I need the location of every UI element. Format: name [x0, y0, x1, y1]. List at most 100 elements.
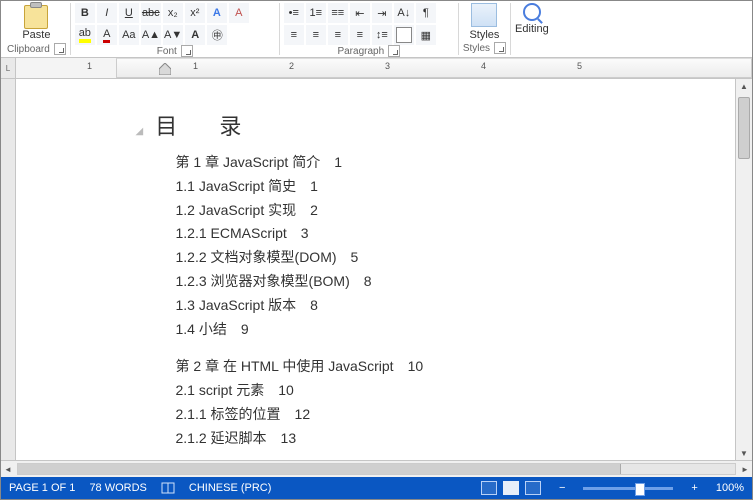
highlight-button[interactable]: ab: [75, 25, 95, 45]
toc-entry-page: 10: [278, 382, 294, 398]
sort-button[interactable]: A↓: [394, 3, 414, 23]
group-font: B I U abc x₂ x² A A ab A Aa A▲ A▼ A ㊥ Fo…: [71, 3, 280, 55]
toc-line: 2.1.2 延迟脚本 13: [176, 427, 636, 451]
toc-entry-text: 第 2 章 在 HTML 中使用 JavaScript: [176, 358, 394, 374]
web-layout-button[interactable]: [525, 481, 541, 495]
toc-line: 1.1 JavaScript 简史 1: [176, 175, 636, 199]
paste-label: Paste: [22, 29, 50, 41]
status-page[interactable]: PAGE 1 OF 1: [9, 482, 75, 494]
page-viewport[interactable]: ◢目 录 第 1 章 JavaScript 简介11.1 JavaScript …: [16, 79, 735, 460]
toc-line: 2.1.1 标签的位置 12: [176, 403, 636, 427]
align-center-button[interactable]: ≡: [306, 25, 326, 45]
toc-entry-page: 3: [301, 225, 309, 241]
change-case-button[interactable]: Aa: [119, 25, 139, 45]
toc-entry-text: 1.1 JavaScript 简史: [176, 178, 297, 194]
toc-entry-text: 1.4 小结: [176, 321, 227, 337]
editing-button[interactable]: Editing: [515, 23, 549, 35]
page: ◢目 录 第 1 章 JavaScript 简介11.1 JavaScript …: [56, 79, 696, 460]
increase-indent-button[interactable]: ⇥: [372, 3, 392, 23]
group-paragraph: •≡ 1≡ ≡≡ ⇤ ⇥ A↓ ¶ ≡ ≡ ≡ ≡ ↕≡ ▦ Paragraph: [280, 3, 459, 55]
clipboard-launcher-icon[interactable]: [54, 43, 66, 55]
ribbon: Paste Clipboard B I U abc x₂ x² A A ab A…: [1, 1, 752, 58]
clipboard-group-label: Clipboard: [7, 44, 50, 55]
multilevel-list-button[interactable]: ≡≡: [328, 3, 348, 23]
numbering-button[interactable]: 1≡: [306, 3, 326, 23]
read-mode-button[interactable]: [481, 481, 497, 495]
ruler-horizontal: L 1 1 2 3 4 5: [1, 58, 752, 79]
toc-entry-page: 10: [408, 358, 424, 374]
view-buttons: [481, 481, 541, 495]
toc-line: 1.2.2 文档对象模型(DOM) 5: [176, 246, 636, 270]
scroll-down-button[interactable]: ▼: [737, 446, 751, 460]
zoom-in-button[interactable]: +: [687, 482, 701, 494]
shading-button[interactable]: [394, 25, 414, 45]
styles-button[interactable]: Styles: [469, 29, 499, 41]
ruler-vertical[interactable]: [1, 79, 16, 460]
document-area: ◢目 录 第 1 章 JavaScript 简介11.1 JavaScript …: [1, 79, 752, 460]
borders-button[interactable]: ▦: [416, 25, 436, 45]
line-spacing-button[interactable]: ↕≡: [372, 25, 392, 45]
toc-entry-page: 1: [310, 178, 318, 194]
zoom-slider[interactable]: [583, 487, 673, 490]
find-icon: [523, 3, 541, 21]
toc-line: 第 2 章 在 HTML 中使用 JavaScript 10: [176, 355, 636, 379]
italic-button[interactable]: I: [97, 3, 117, 23]
status-bar: PAGE 1 OF 1 78 WORDS CHINESE (PRC) − + 1…: [1, 477, 752, 499]
text-effects-button[interactable]: A: [207, 3, 227, 23]
toc-entry-text: 1.3 JavaScript 版本: [176, 297, 297, 313]
enclose-characters-button[interactable]: ㊥: [207, 25, 227, 45]
toc-entry-page: 8: [310, 297, 318, 313]
scroll-up-button[interactable]: ▲: [737, 79, 751, 93]
decrease-indent-button[interactable]: ⇤: [350, 3, 370, 23]
scrollbar-horizontal[interactable]: ◄ ►: [1, 460, 752, 477]
scroll-right-button[interactable]: ►: [738, 462, 752, 476]
status-language[interactable]: CHINESE (PRC): [189, 482, 272, 494]
scroll-thumb-vertical[interactable]: [738, 97, 750, 159]
toc-entry-page: 9: [241, 321, 249, 337]
toc-entry-page: 13: [281, 430, 297, 446]
character-shading-button[interactable]: A: [185, 25, 205, 45]
clear-formatting-button[interactable]: A: [229, 3, 249, 23]
paragraph-launcher-icon[interactable]: [388, 45, 400, 57]
scroll-left-button[interactable]: ◄: [1, 462, 15, 476]
bullets-button[interactable]: •≡: [284, 3, 304, 23]
toc-entry-text: 2.1.1 标签的位置: [176, 406, 281, 422]
status-words[interactable]: 78 WORDS: [89, 482, 146, 494]
toc-entry-page: 12: [295, 406, 311, 422]
indent-marker-icon[interactable]: [159, 63, 171, 75]
align-right-button[interactable]: ≡: [328, 25, 348, 45]
superscript-button[interactable]: x²: [185, 3, 205, 23]
toc-entry-page: 2: [310, 202, 318, 218]
styles-launcher-icon[interactable]: [494, 42, 506, 54]
toc-entry-text: 2.1.2 延迟脚本: [176, 430, 267, 446]
bold-button[interactable]: B: [75, 3, 95, 23]
ruler-scale[interactable]: 1 1 2 3 4 5: [116, 58, 752, 78]
align-left-button[interactable]: ≡: [284, 25, 304, 45]
zoom-out-button[interactable]: −: [555, 482, 569, 494]
toc-line: 1.2.1 ECMAScript3: [176, 222, 636, 246]
underline-button[interactable]: U: [119, 3, 139, 23]
clipboard-icon: [24, 5, 48, 29]
print-layout-button[interactable]: [503, 481, 519, 495]
scrollbar-vertical[interactable]: ▲ ▼: [735, 79, 752, 460]
zoom-slider-knob[interactable]: [635, 483, 645, 496]
scroll-thumb-horizontal[interactable]: [18, 464, 621, 474]
paragraph-group-label: Paragraph: [337, 46, 384, 57]
zoom-level[interactable]: 100%: [716, 482, 744, 494]
styles-group-label: Styles: [463, 43, 490, 54]
font-launcher-icon[interactable]: [181, 45, 193, 57]
status-proofing[interactable]: [161, 481, 175, 495]
paragraph-mark-icon: ◢: [136, 126, 144, 137]
toc-line: 1.2 JavaScript 实现2: [176, 199, 636, 223]
strikethrough-button[interactable]: abc: [141, 3, 161, 23]
font-color-button[interactable]: A: [97, 25, 117, 45]
subscript-button[interactable]: x₂: [163, 3, 183, 23]
group-clipboard: Paste Clipboard: [3, 3, 71, 55]
toc-entry-page: 5: [351, 249, 359, 265]
toc-entry-text: 1.2.2 文档对象模型(DOM): [176, 249, 337, 265]
grow-font-button[interactable]: A▲: [141, 25, 161, 45]
paste-button[interactable]: Paste: [18, 3, 54, 43]
shrink-font-button[interactable]: A▼: [163, 25, 183, 45]
justify-button[interactable]: ≡: [350, 25, 370, 45]
show-marks-button[interactable]: ¶: [416, 3, 436, 23]
